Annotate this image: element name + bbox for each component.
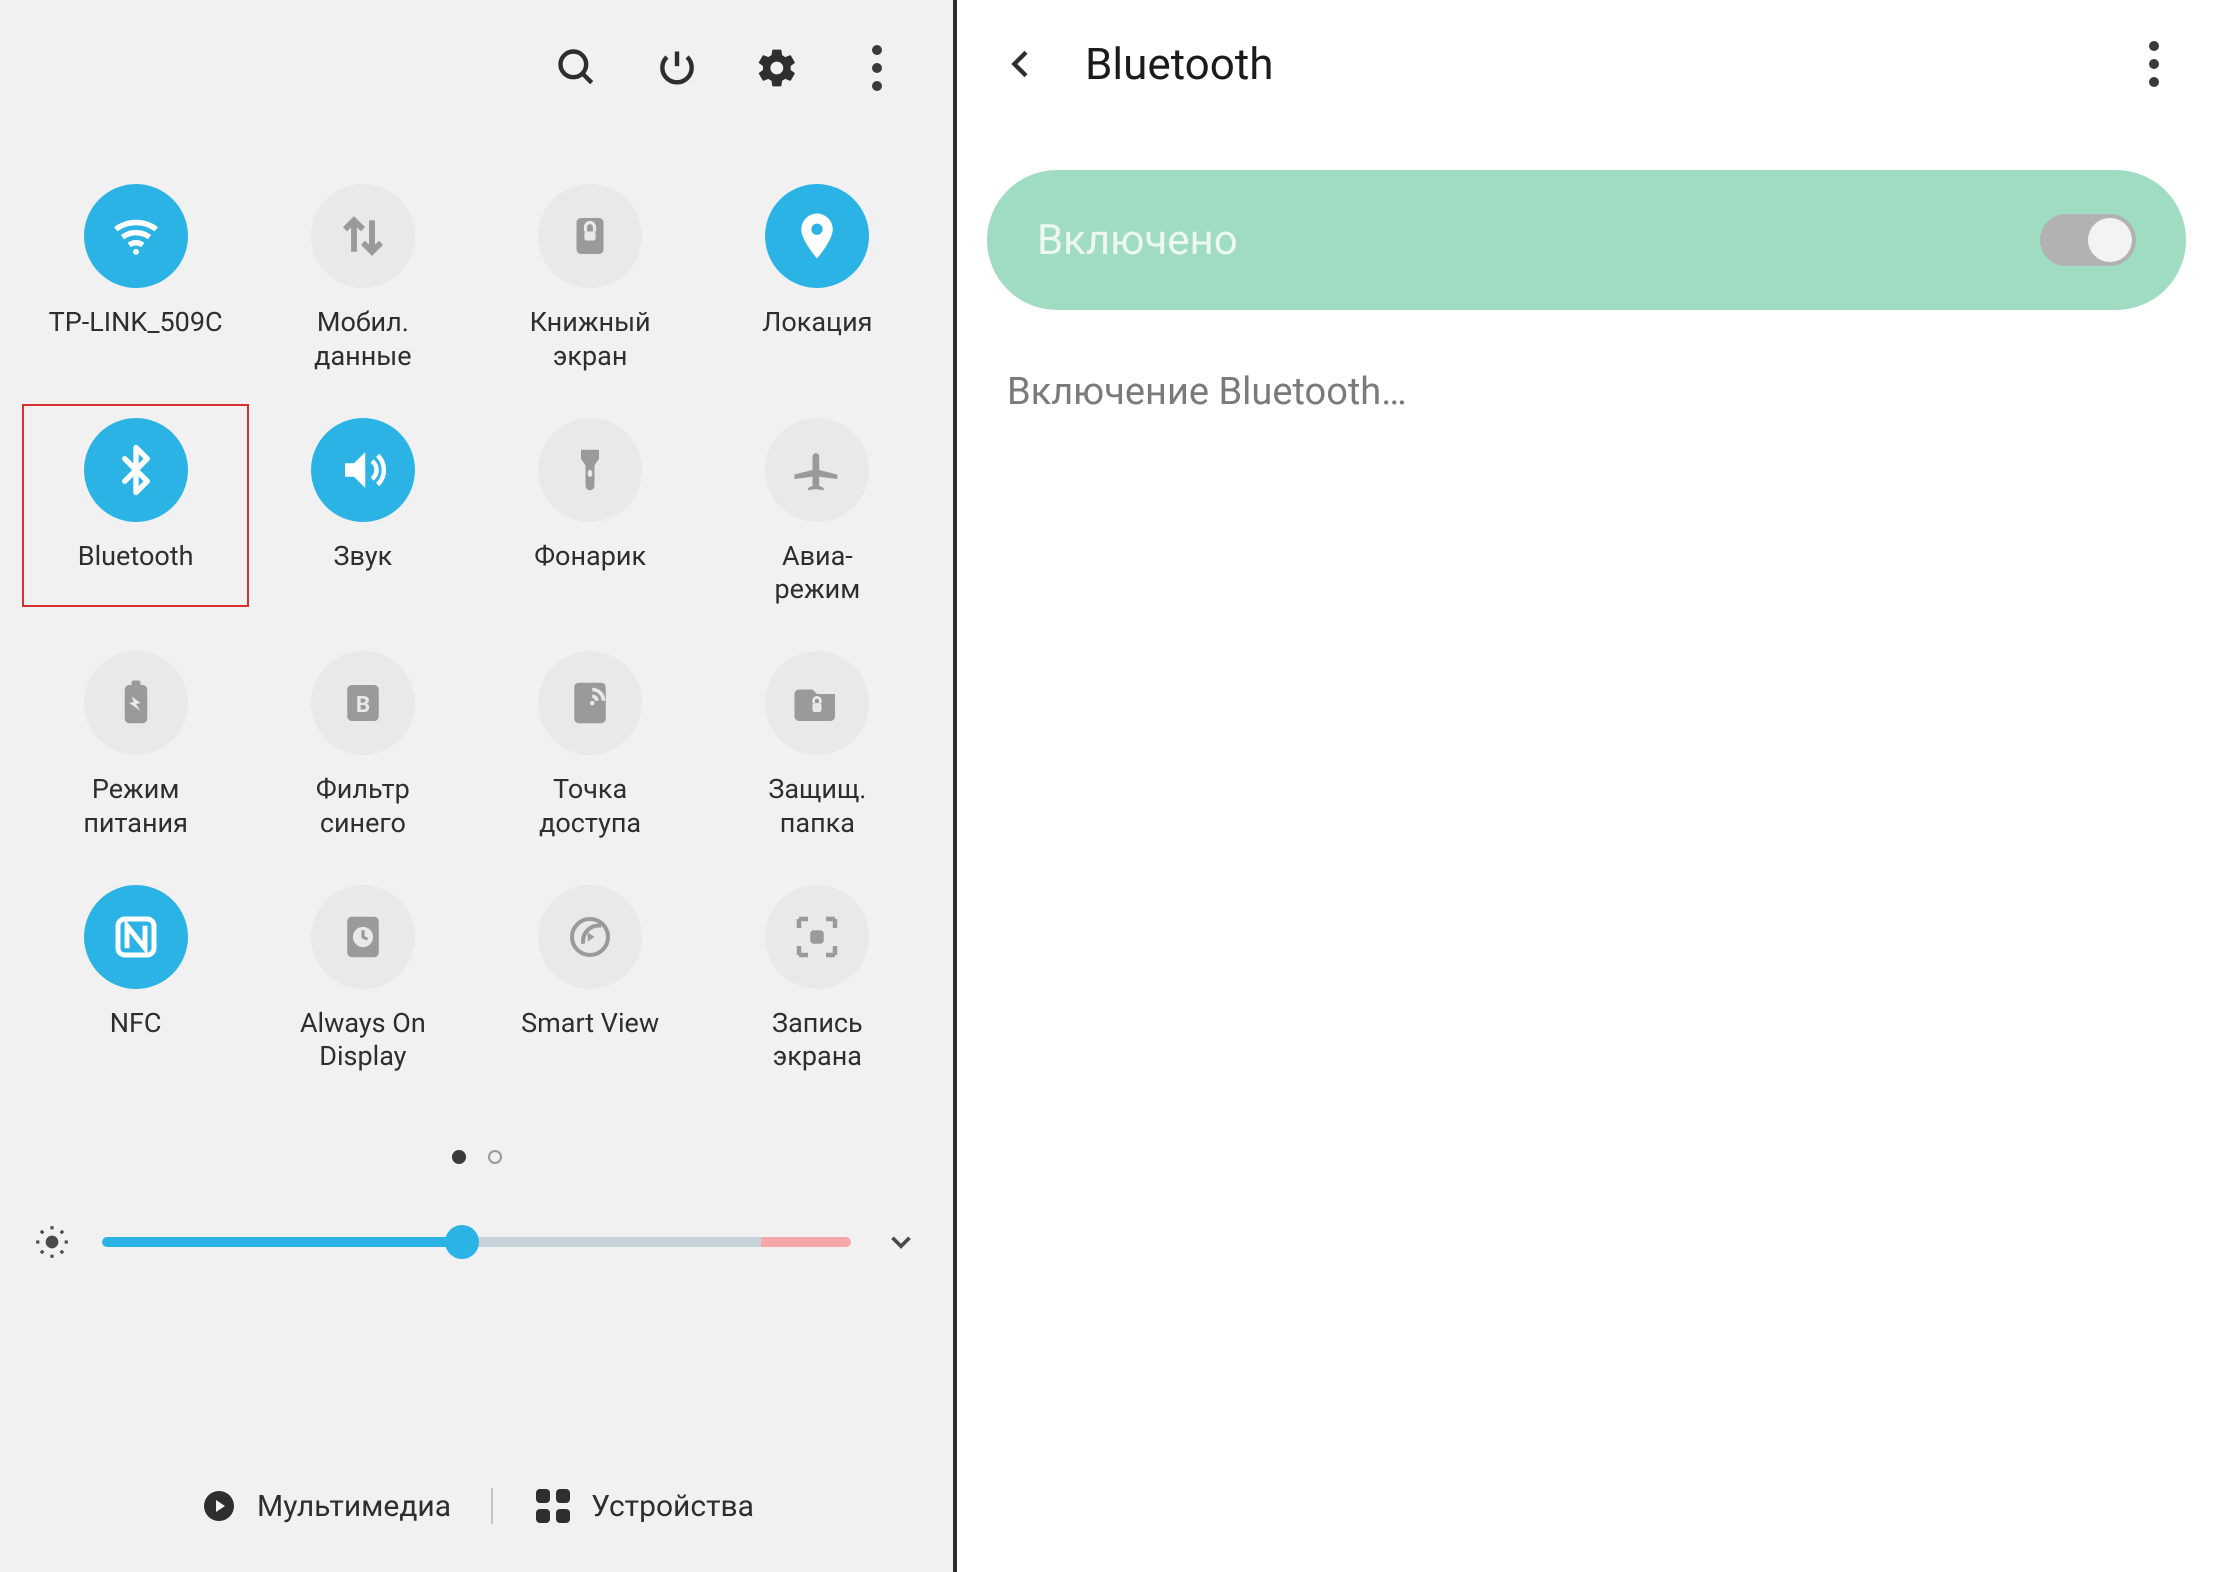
tile-label: Мобил. данные	[314, 306, 411, 374]
gear-icon[interactable]	[751, 42, 803, 94]
swap-icon	[311, 184, 415, 288]
hotspot-icon	[538, 651, 642, 755]
tile-label: TP-LINK_509C	[49, 306, 223, 340]
secure-folder-icon	[765, 651, 869, 755]
tile-secure-folder[interactable]: Защищ. папка	[704, 637, 931, 841]
page-title: Bluetooth	[1085, 38, 2092, 90]
wifi-icon	[84, 184, 188, 288]
tile-flashlight[interactable]: Фонарик	[477, 404, 704, 608]
tile-hotspot[interactable]: Точка доступа	[477, 637, 704, 841]
back-icon[interactable]	[997, 40, 1045, 88]
tile-label: Точка доступа	[539, 773, 641, 841]
quick-settings-panel: TP-LINK_509C Мобил. данные Книжный экран…	[0, 0, 957, 1572]
tile-location[interactable]: Локация	[704, 170, 931, 374]
tile-screen-record[interactable]: Запись экрана	[704, 871, 931, 1075]
tile-sound[interactable]: Звук	[249, 404, 476, 608]
battery-icon	[84, 651, 188, 755]
separator	[491, 1488, 493, 1524]
more-icon[interactable]	[851, 42, 903, 94]
tile-mobile-data[interactable]: Мобил. данные	[249, 170, 476, 374]
tile-airplane[interactable]: Авиа- режим	[704, 404, 931, 608]
tile-label: Книжный экран	[530, 306, 651, 374]
tile-label: Always On Display	[300, 1007, 426, 1075]
devices-icon	[533, 1486, 573, 1526]
nfc-icon	[84, 885, 188, 989]
bluetooth-header: Bluetooth	[997, 38, 2176, 90]
media-label: Мультимедиа	[257, 1489, 451, 1524]
quick-settings-toolbar	[551, 42, 903, 94]
tile-label: Режим питания	[83, 773, 188, 841]
tile-always-on-display[interactable]: Always On Display	[249, 871, 476, 1075]
tile-blue-filter[interactable]: B Фильтр синего	[249, 637, 476, 841]
tile-label: Звук	[334, 540, 393, 574]
bluetooth-toggle-card[interactable]: Включено	[987, 170, 2186, 310]
tile-label: NFC	[110, 1007, 162, 1041]
tile-wifi[interactable]: TP-LINK_509C	[22, 170, 249, 374]
power-icon[interactable]	[651, 42, 703, 94]
bluetooth-switch[interactable]	[2040, 214, 2136, 266]
bluetooth-icon	[84, 418, 188, 522]
brightness-icon	[30, 1220, 74, 1264]
sound-icon	[311, 418, 415, 522]
flashlight-icon	[538, 418, 642, 522]
clock-icon	[311, 885, 415, 989]
tile-label: Bluetooth	[78, 540, 194, 574]
pager-dot-active	[452, 1150, 466, 1164]
more-icon[interactable]	[2132, 41, 2176, 87]
tile-bluetooth[interactable]: Bluetooth	[22, 404, 249, 608]
tile-label: Запись экрана	[772, 1007, 863, 1075]
brightness-thumb[interactable]	[445, 1225, 479, 1259]
page-indicator[interactable]	[0, 1150, 953, 1164]
brightness-slider[interactable]	[102, 1237, 851, 1247]
airplane-icon	[765, 418, 869, 522]
tile-label: Фонарик	[534, 540, 646, 574]
devices-button[interactable]: Устройства	[533, 1486, 754, 1526]
bluetooth-state-label: Включено	[1037, 216, 1238, 265]
tile-book-screen[interactable]: Книжный экран	[477, 170, 704, 374]
record-icon	[765, 885, 869, 989]
location-icon	[765, 184, 869, 288]
bluetooth-status-text: Включение Bluetooth…	[1007, 370, 1407, 414]
pager-dot	[488, 1150, 502, 1164]
tile-label: Smart View	[521, 1007, 659, 1041]
svg-text:B: B	[356, 692, 370, 718]
chevron-down-icon[interactable]	[879, 1220, 923, 1264]
tile-label: Авиа- режим	[774, 540, 860, 608]
media-button[interactable]: Мультимедиа	[199, 1486, 451, 1526]
tile-smart-view[interactable]: Smart View	[477, 871, 704, 1075]
devices-label: Устройства	[591, 1489, 754, 1524]
tile-label: Фильтр синего	[316, 773, 410, 841]
search-icon[interactable]	[551, 42, 603, 94]
tile-nfc[interactable]: NFC	[22, 871, 249, 1075]
quick-settings-footer: Мультимедиа Устройства	[0, 1486, 953, 1526]
lock-icon	[538, 184, 642, 288]
quick-tiles-grid: TP-LINK_509C Мобил. данные Книжный экран…	[22, 170, 931, 1074]
tile-label: Защищ. папка	[768, 773, 866, 841]
play-circle-icon	[199, 1486, 239, 1526]
tile-power-mode[interactable]: Режим питания	[22, 637, 249, 841]
bluetooth-settings-screen: Bluetooth Включено Включение Bluetooth…	[957, 0, 2216, 1572]
brightness-slider-row	[30, 1220, 923, 1264]
smartview-icon	[538, 885, 642, 989]
tile-label: Локация	[762, 306, 872, 340]
blue-filter-icon: B	[311, 651, 415, 755]
switch-knob	[2088, 218, 2132, 262]
